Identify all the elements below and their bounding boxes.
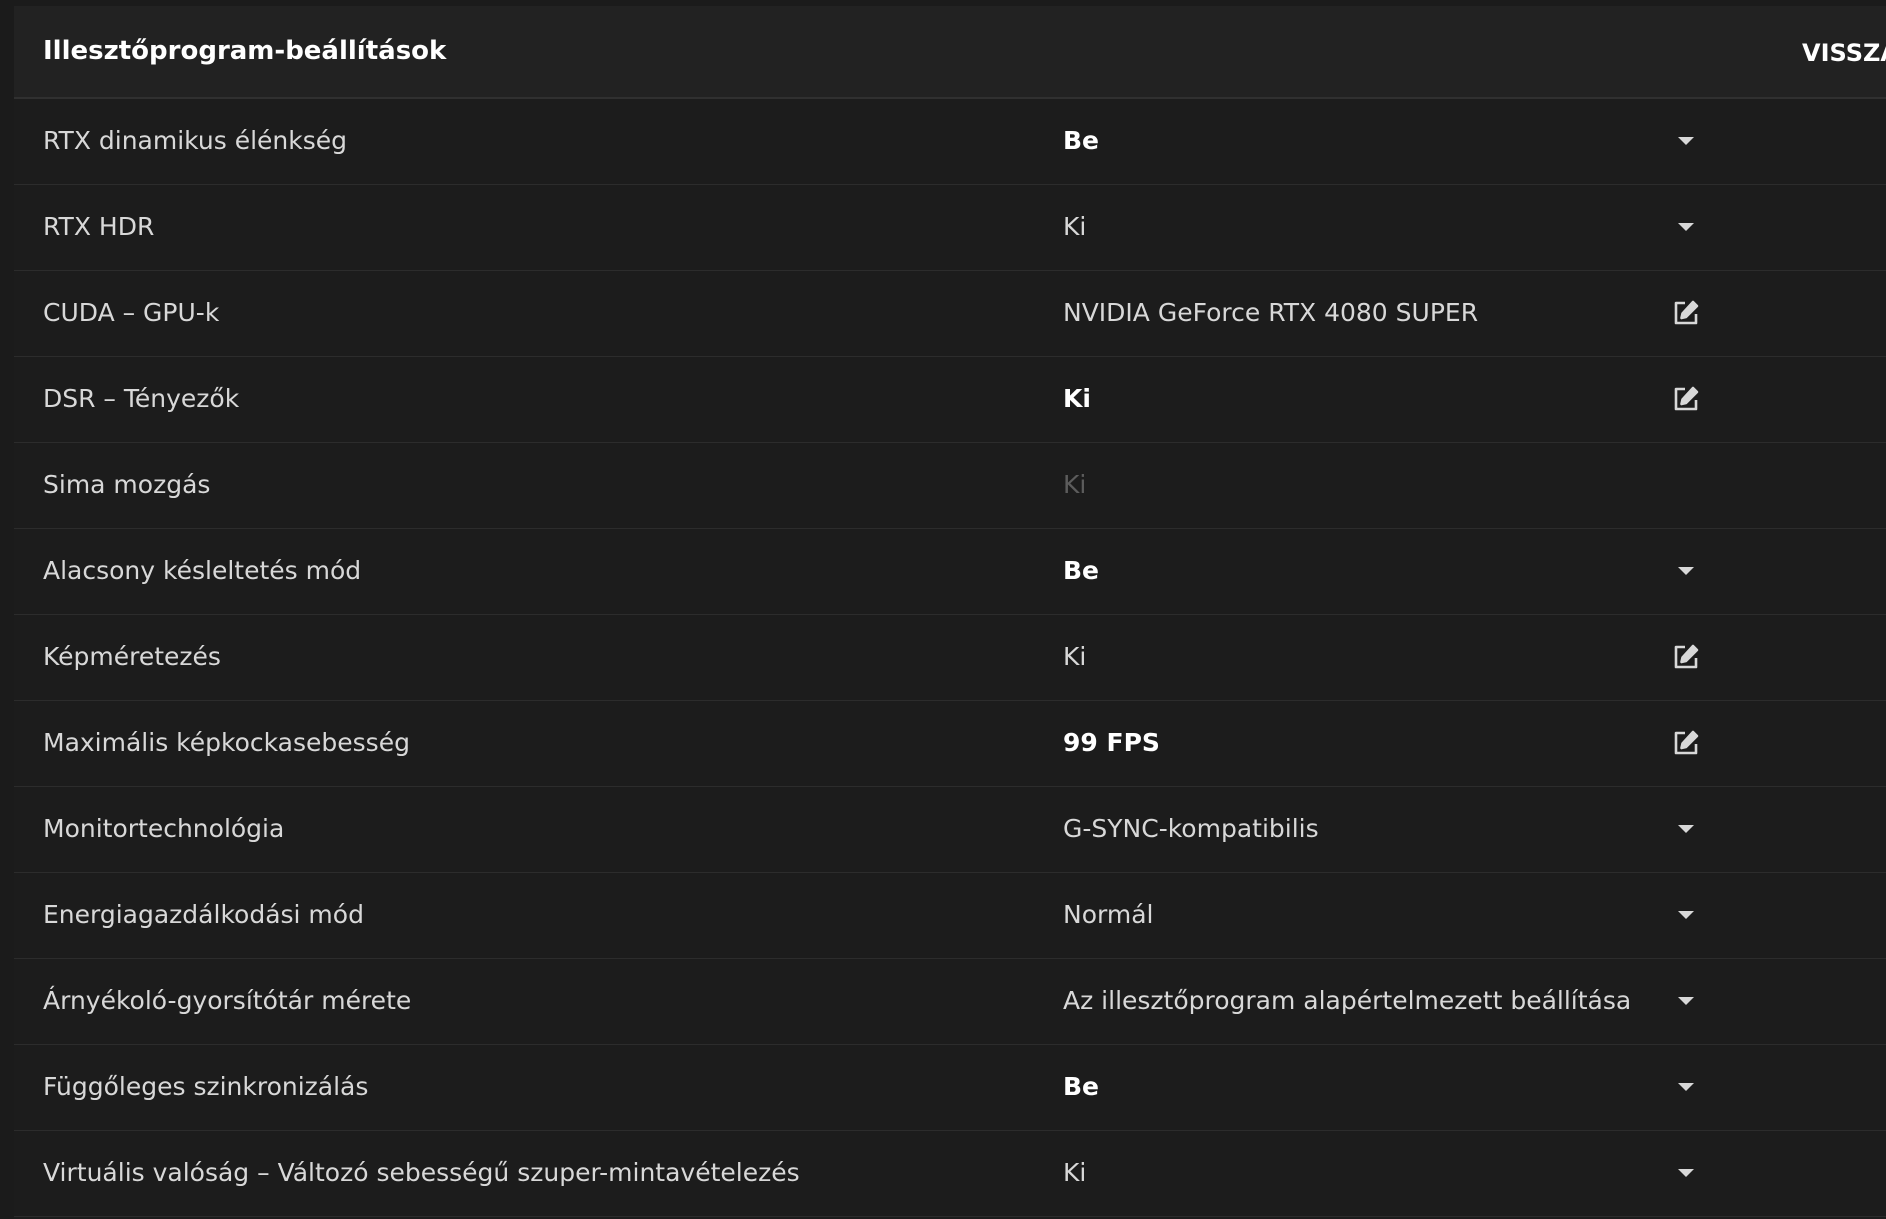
setting-label: RTX HDR [43,212,155,241]
setting-value: NVIDIA GeForce RTX 4080 SUPER [1063,298,1479,327]
edit-icon[interactable] [1664,377,1708,421]
setting-row[interactable]: Alacsony késleltetés mód Be [14,529,1886,615]
setting-row[interactable]: Monitortechnológia G-SYNC-kompatibilis [14,787,1886,873]
setting-value: Ki [1063,212,1087,241]
setting-row[interactable]: Függőleges szinkronizálás Be [14,1045,1886,1131]
setting-label: Sima mozgás [43,470,211,499]
setting-value: Normál [1063,900,1154,929]
chevron-down-icon[interactable] [1664,979,1708,1023]
setting-value: Be [1063,126,1100,155]
setting-value: 99 FPS [1063,728,1160,757]
setting-row[interactable]: CUDA – GPU-k NVIDIA GeForce RTX 4080 SUP… [14,271,1886,357]
setting-value: Be [1063,556,1100,585]
chevron-down-icon[interactable] [1664,1151,1708,1195]
setting-label: RTX dinamikus élénkség [43,126,348,155]
back-button[interactable]: VISSZA [1802,39,1886,67]
edit-icon[interactable] [1664,291,1708,335]
setting-label: CUDA – GPU-k [43,298,220,327]
page-title: Illesztőprogram-beállítások [43,36,447,66]
setting-row[interactable]: Árnyékoló-gyorsítótár mérete Az illesztő… [14,959,1886,1045]
chevron-down-icon[interactable] [1664,807,1708,851]
setting-row[interactable]: Virtuális valóság – Változó sebességű sz… [14,1131,1886,1217]
setting-value: Ki [1063,470,1087,499]
setting-label: Energiagazdálkodási mód [43,900,364,929]
setting-value: Ki [1063,384,1091,413]
setting-row[interactable]: Maximális képkockasebesség 99 FPS [14,701,1886,787]
setting-row: Sima mozgás Ki [14,443,1886,529]
setting-label: Virtuális valóság – Változó sebességű sz… [43,1158,800,1187]
setting-value: Ki [1063,1158,1087,1187]
chevron-down-icon[interactable] [1664,119,1708,163]
setting-label: Alacsony késleltetés mód [43,556,362,585]
setting-label: Maximális képkockasebesség [43,728,410,757]
setting-value: Be [1063,1072,1100,1101]
setting-value: Ki [1063,642,1087,671]
chevron-down-icon[interactable] [1664,1065,1708,1109]
setting-value: Az illesztőprogram alapértelmezett beáll… [1063,986,1632,1015]
setting-label: Monitortechnológia [43,814,285,843]
edit-icon[interactable] [1664,721,1708,765]
setting-row[interactable]: DSR – Tényezők Ki [14,357,1886,443]
setting-label: DSR – Tényezők [43,384,240,413]
setting-row[interactable]: RTX HDR Ki [14,185,1886,271]
setting-value: G-SYNC-kompatibilis [1063,814,1319,843]
setting-label: Képméretezés [43,642,221,671]
setting-row[interactable]: Energiagazdálkodási mód Normál [14,873,1886,959]
driver-settings-panel: Illesztőprogram-beállítások VISSZA RTX d… [14,6,1886,1219]
chevron-down-icon[interactable] [1664,893,1708,937]
setting-label: Árnyékoló-gyorsítótár mérete [43,986,412,1015]
setting-row[interactable]: Képméretezés Ki [14,615,1886,701]
settings-list: RTX dinamikus élénkség Be RTX HDR Ki CUD… [14,99,1886,1217]
setting-row[interactable]: RTX dinamikus élénkség Be [14,99,1886,185]
chevron-down-icon[interactable] [1664,205,1708,249]
setting-label: Függőleges szinkronizálás [43,1072,369,1101]
panel-header: Illesztőprogram-beállítások VISSZA [14,6,1886,99]
chevron-down-icon[interactable] [1664,549,1708,593]
edit-icon[interactable] [1664,635,1708,679]
